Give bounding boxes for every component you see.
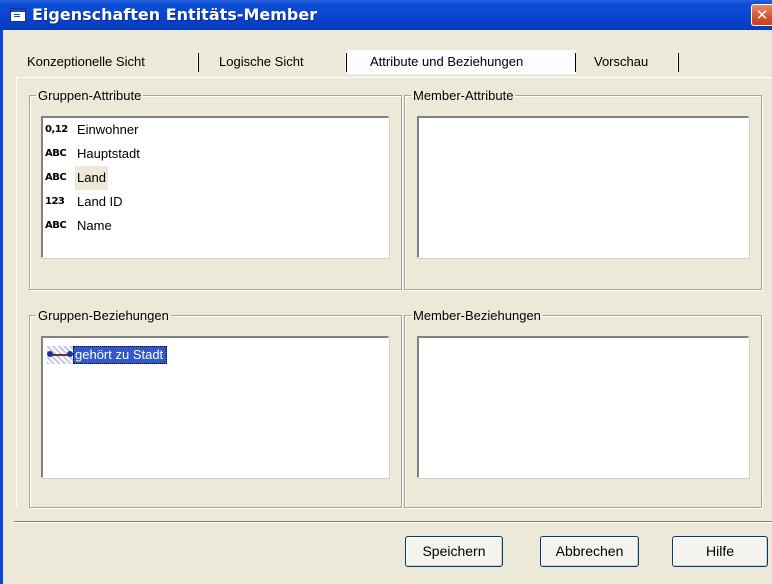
member-attribute-legend: Member-Attribute: [413, 88, 514, 103]
tab-vorschau[interactable]: Vorschau: [576, 50, 679, 74]
window-title: Eigenschaften Entitäts-Member: [32, 5, 318, 24]
gruppen-attribute-list[interactable]: 0,12 Einwohner ABC Hauptstadt ABC Land 123 L…: [41, 116, 389, 258]
member-attribute-group: Member-Attribute: [404, 88, 762, 290]
attribute-label: Land ID: [77, 194, 123, 209]
close-icon: ✕: [755, 6, 769, 24]
tab-attribute-und-beziehungen[interactable]: Attribute und Beziehungen: [347, 50, 576, 74]
member-beziehungen-group: Member-Beziehungen: [404, 308, 762, 508]
attribute-label: Land: [75, 166, 108, 190]
text-type-icon: ABC: [45, 172, 67, 183]
list-item[interactable]: ABC Hauptstadt: [43, 142, 388, 166]
attribute-label: Hauptstadt: [77, 146, 140, 161]
cancel-button[interactable]: Abbrechen: [540, 536, 639, 567]
relationship-icon: [47, 346, 73, 364]
save-button[interactable]: Speichern: [405, 536, 503, 567]
help-button[interactable]: Hilfe: [672, 536, 768, 567]
dialog-body: Konzeptionelle Sicht Logische Sicht Attr…: [0, 30, 772, 584]
gruppen-beziehungen-legend: Gruppen-Beziehungen: [38, 308, 169, 323]
gruppen-beziehungen-list[interactable]: gehört zu Stadt: [41, 336, 389, 478]
decimal-type-icon: 0,12: [45, 124, 68, 135]
list-item[interactable]: ABC Land: [43, 166, 388, 190]
tab-label: Konzeptionelle Sicht: [27, 54, 145, 69]
tab-panel: Gruppen-Attribute 0,12 Einwohner ABC Haupt…: [16, 77, 772, 508]
gruppen-beziehungen-group: Gruppen-Beziehungen gehört zu Stadt: [29, 308, 402, 508]
tab-konzeptionelle-sicht[interactable]: Konzeptionelle Sicht: [18, 50, 199, 74]
list-item[interactable]: 123 Land ID: [43, 190, 388, 214]
close-button[interactable]: ✕: [751, 4, 772, 26]
attribute-label: Einwohner: [77, 122, 139, 137]
text-type-icon: ABC: [45, 220, 67, 231]
relationship-label: gehört zu Stadt: [73, 346, 168, 364]
window-icon[interactable]: [10, 8, 26, 22]
integer-type-icon: 123: [45, 196, 65, 207]
list-item[interactable]: 0,12 Einwohner: [43, 118, 388, 142]
member-beziehungen-legend: Member-Beziehungen: [413, 308, 541, 323]
gruppen-attribute-group: Gruppen-Attribute 0,12 Einwohner ABC Haupt…: [29, 88, 402, 290]
tab-label: Vorschau: [594, 54, 649, 69]
attribute-label: Name: [77, 218, 112, 233]
list-item[interactable]: ABC Name: [43, 214, 388, 238]
title-bar[interactable]: Eigenschaften Entitäts-Member ✕: [0, 0, 772, 30]
gruppen-attribute-legend: Gruppen-Attribute: [38, 88, 142, 103]
tab-label: Attribute und Beziehungen: [370, 54, 524, 69]
member-attribute-list[interactable]: [417, 116, 749, 258]
tab-label: Logische Sicht: [219, 54, 304, 69]
tab-logische-sicht[interactable]: Logische Sicht: [199, 50, 347, 74]
member-beziehungen-list[interactable]: [417, 336, 749, 478]
text-type-icon: ABC: [45, 148, 67, 159]
tab-strip: Konzeptionelle Sicht Logische Sicht Attr…: [18, 50, 772, 74]
separator: [14, 521, 772, 523]
list-item[interactable]: gehört zu Stadt: [47, 346, 168, 366]
